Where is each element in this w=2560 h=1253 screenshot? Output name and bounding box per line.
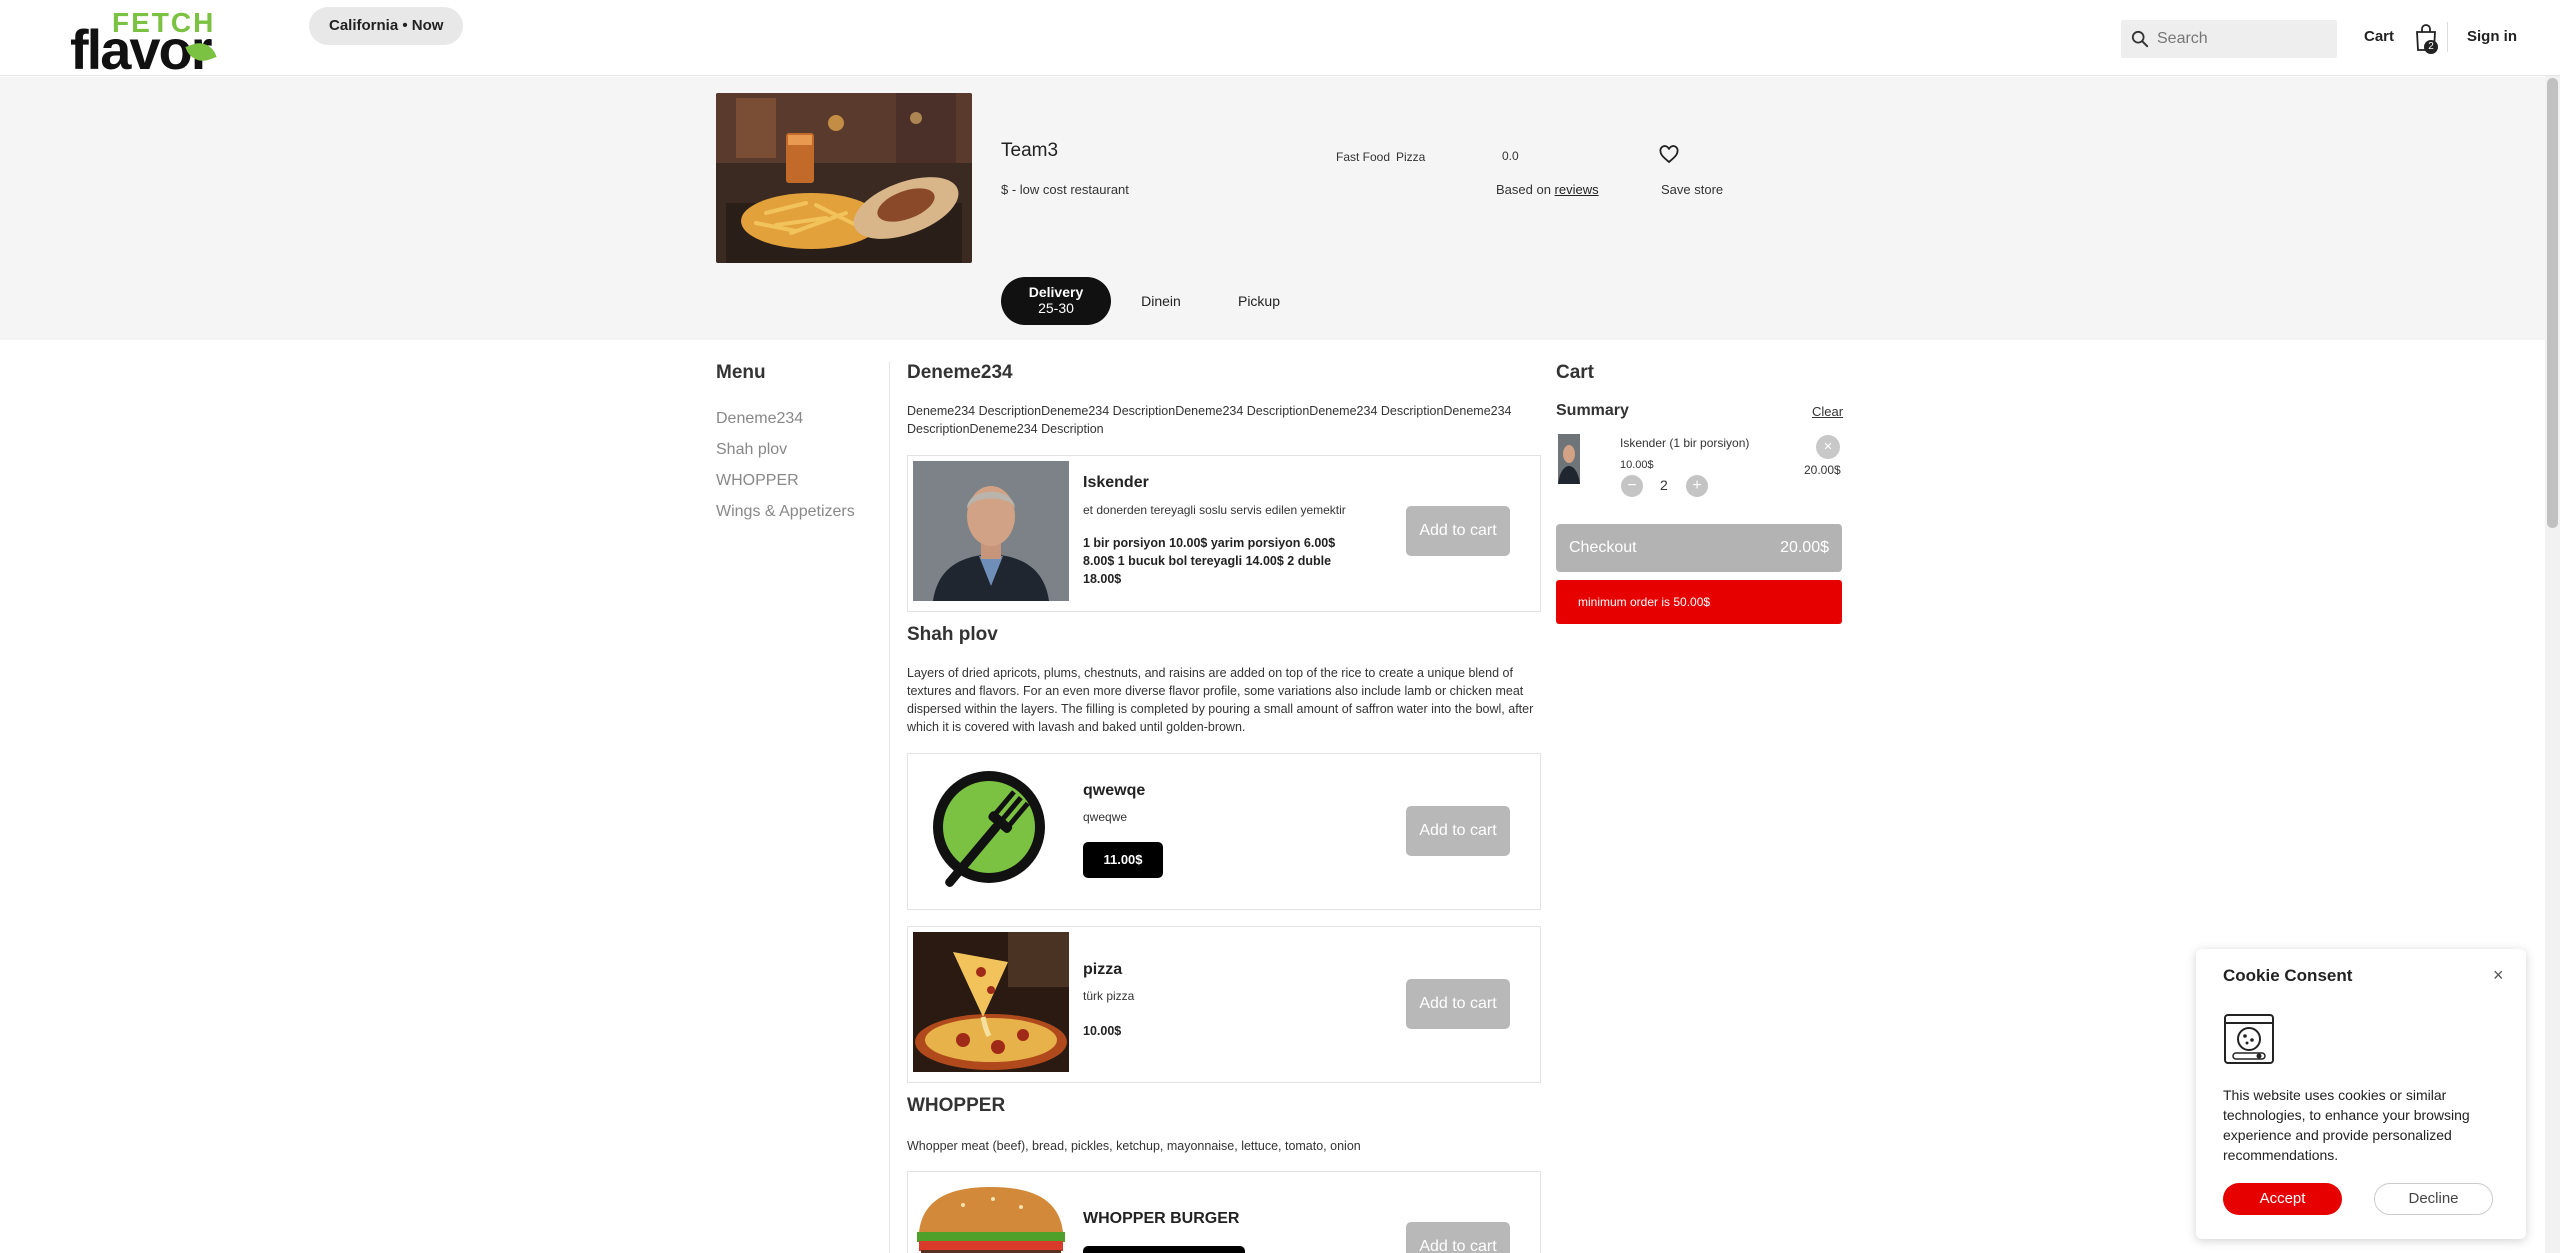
section-title: Shah plov	[907, 624, 998, 645]
menu-divider	[889, 362, 890, 1253]
add-to-cart-button[interactable]: Add to cart	[1406, 806, 1510, 856]
search-input[interactable]	[2157, 20, 2332, 58]
decline-cookies-button[interactable]: Decline	[2374, 1183, 2493, 1215]
item-image	[913, 932, 1069, 1072]
tab-pickup[interactable]: Pickup	[1214, 277, 1304, 325]
location-time-selector[interactable]: California • Now	[309, 7, 464, 45]
item-price-options: 1 bir porsiyon 10.00$ yarim porsiyon 6.0…	[1083, 536, 1336, 586]
store-price-level: $ - low cost restaurant	[1001, 182, 1129, 197]
cart-item-unit-price: 10.00$	[1620, 459, 1654, 471]
cart-item-total: 20.00$	[1804, 463, 1841, 477]
heart-icon[interactable]	[1659, 145, 1679, 165]
item-image	[913, 759, 1069, 904]
cart-item-thumbnail	[1558, 434, 1580, 484]
add-to-cart-button[interactable]: Add to cart	[1406, 506, 1510, 556]
man-portrait-photo	[913, 461, 1069, 601]
menu-link-deneme234[interactable]: Deneme234	[716, 410, 803, 428]
menu-item-card[interactable]: WHOPPER BURGER Add to cart	[907, 1171, 1541, 1253]
section-description: Deneme234 DescriptionDeneme234 Descripti…	[907, 404, 1512, 436]
section-description: Layers of dried apricots, plums, chestnu…	[907, 666, 1534, 734]
section-title: WHOPPER	[907, 1095, 1006, 1116]
add-to-cart-button[interactable]: Add to cart	[1406, 1222, 1510, 1253]
scrollbar-thumb[interactable]	[2547, 78, 2558, 528]
minimum-order-alert: minimum order is 50.00$	[1556, 580, 1842, 624]
item-description: qweqwe	[1083, 810, 1128, 824]
item-image	[913, 461, 1069, 601]
add-to-cart-button[interactable]: Add to cart	[1406, 979, 1510, 1029]
cart-summary-label: Summary	[1556, 402, 1629, 419]
cookie-consent-dialog: Cookie Consent × This website uses cooki…	[2196, 949, 2526, 1239]
checkout-total: 20.00$	[1780, 539, 1829, 556]
item-name: qwewqe	[1083, 782, 1146, 799]
based-on-reviews: Based on reviews	[1496, 182, 1599, 197]
menu-item-card[interactable]: qwewqe qweqwe 11.00$ Add to cart	[907, 753, 1541, 910]
cookie-consent-title: Cookie Consent	[2223, 966, 2353, 985]
item-description: et donerden tereyagli soslu servis edile…	[1083, 503, 1346, 517]
reviews-link[interactable]: reviews	[1555, 182, 1599, 197]
header-divider	[2447, 22, 2448, 52]
item-name: WHOPPER BURGER	[1083, 1210, 1240, 1227]
item-description: türk pizza	[1083, 989, 1135, 1003]
price-option-pill[interactable]: 11.00$	[1083, 842, 1163, 878]
close-icon[interactable]: ×	[2493, 965, 2504, 986]
clear-cart-link[interactable]: Clear	[1812, 404, 1843, 419]
cart-item-name: Iskender (1 bir porsiyon)	[1620, 436, 1750, 450]
item-name: Iskender	[1083, 474, 1149, 491]
top-header: FETCH flavor California • Now Cart 2 Sig…	[0, 0, 2560, 78]
menu-title: Menu	[716, 362, 766, 383]
cart-item-photo	[1558, 434, 1580, 484]
cart-link[interactable]: Cart	[2364, 28, 2394, 45]
fetch-flavor-logo[interactable]: FETCH flavor	[70, 8, 220, 78]
store-image	[716, 93, 972, 263]
cart-title: Cart	[1556, 362, 1595, 383]
search-icon	[2131, 30, 2149, 48]
item-image	[913, 1177, 1069, 1253]
section-description: Whopper meat (beef), bread, pickles, ket…	[907, 1139, 1361, 1153]
based-on-label: Based on	[1496, 182, 1555, 197]
category-tag[interactable]: Fast Food	[1336, 150, 1390, 164]
checkout-label: Checkout	[1569, 539, 1637, 556]
cookie-settings-icon	[2224, 1014, 2274, 1064]
burger-photo	[913, 1177, 1069, 1253]
doner-fries-photo	[716, 93, 972, 263]
cart-count-badge: 2	[2424, 40, 2438, 54]
sign-in-link[interactable]: Sign in	[2467, 28, 2517, 45]
pizza-photo	[913, 932, 1069, 1072]
tab-delivery-label: Delivery	[1028, 284, 1084, 300]
accept-cookies-button[interactable]: Accept	[2223, 1183, 2342, 1215]
menu-link-wings[interactable]: Wings & Appetizers	[716, 503, 855, 521]
remove-item-icon[interactable]: ×	[1816, 435, 1840, 459]
cookie-consent-text: This website uses cookies or similar tec…	[2223, 1087, 2470, 1163]
menu-link-shah-plov[interactable]: Shah plov	[716, 441, 787, 459]
checkout-button[interactable]: Checkout 20.00$	[1556, 524, 1842, 572]
item-price: 10.00$	[1083, 1024, 1122, 1038]
tab-dinein[interactable]: Dinein	[1116, 277, 1206, 325]
tab-delivery[interactable]: Delivery 25-30	[1001, 277, 1111, 325]
quantity-value: 2	[1660, 477, 1668, 493]
price-option-pill[interactable]	[1083, 1246, 1245, 1253]
item-name: pizza	[1083, 961, 1123, 978]
menu-item-card[interactable]: pizza türk pizza 10.00$ Add to cart	[907, 926, 1541, 1083]
category-tag[interactable]: Pizza	[1396, 150, 1425, 164]
search-box[interactable]	[2121, 20, 2337, 58]
decrease-quantity-button[interactable]: −	[1621, 475, 1643, 497]
increase-quantity-button[interactable]: +	[1686, 475, 1708, 497]
fork-plate-icon	[933, 771, 1045, 887]
store-name: Team3	[1001, 140, 1059, 161]
menu-item-card[interactable]: Iskender et donerden tereyagli soslu ser…	[907, 455, 1541, 612]
store-rating: 0.0	[1502, 149, 1519, 163]
section-title: Deneme234	[907, 362, 1013, 383]
menu-link-whopper[interactable]: WHOPPER	[716, 472, 799, 490]
tab-delivery-time: 25-30	[1038, 300, 1074, 316]
save-store-label[interactable]: Save store	[1661, 182, 1723, 197]
